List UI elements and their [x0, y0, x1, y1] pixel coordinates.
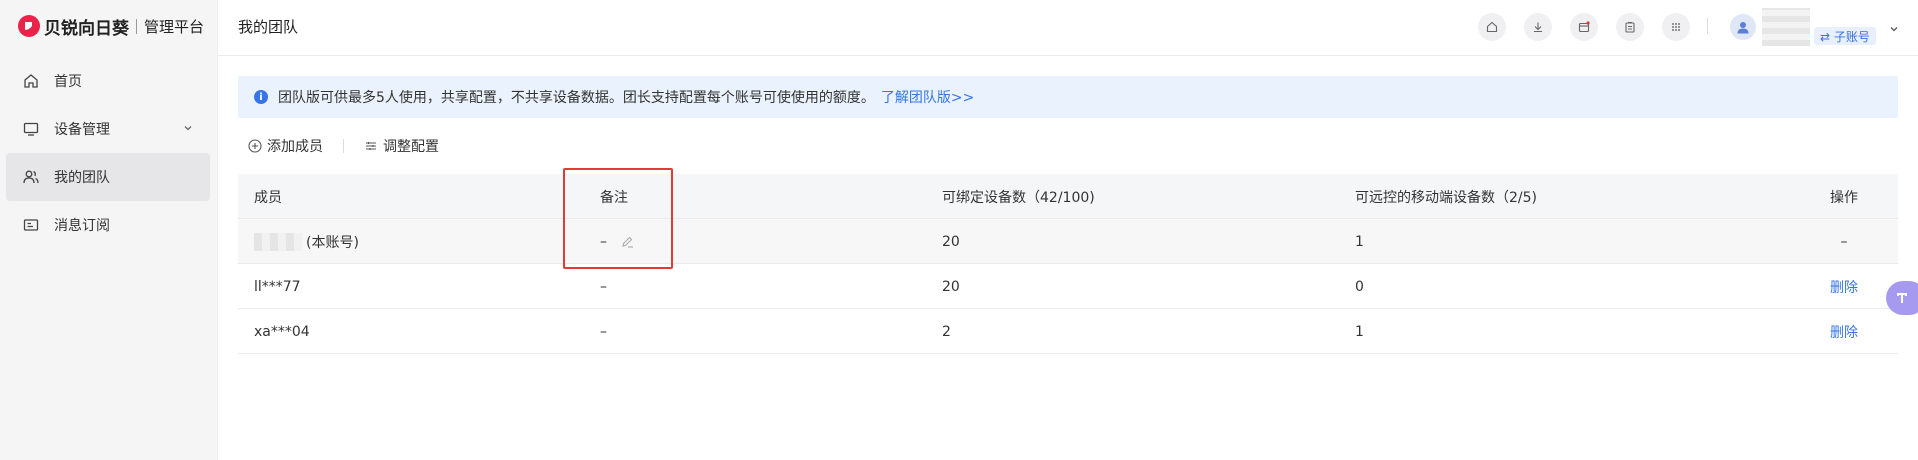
toolbar-divider — [343, 139, 344, 153]
sidebar-item-label: 消息订阅 — [54, 218, 110, 234]
table-row: xa***04 – 2 1 删除 — [238, 309, 1898, 354]
header-actions — [1478, 13, 1708, 41]
home-icon — [22, 72, 40, 90]
sunflower-logo-icon — [18, 15, 40, 37]
action-cell: – — [1840, 233, 1848, 250]
info-banner: i 团队版可供最多5人使用，共享配置，不共享设备数据。团长支持配置每个账号可使使… — [238, 76, 1898, 118]
table-toolbar: 添加成员 调整配置 — [248, 136, 439, 156]
sidebar-item-home[interactable]: 首页 — [6, 57, 210, 105]
column-header-mobile-devices: 可远控的移动端设备数（2/5) — [1355, 189, 1537, 206]
sidebar-item-label: 首页 — [54, 74, 82, 90]
brand-name: 贝锐向日葵 — [44, 18, 129, 39]
banner-text: 团队版可供最多5人使用，共享配置，不共享设备数据。团长支持配置每个账号可使使用的… — [278, 90, 875, 106]
page-title: 我的团队 — [238, 18, 299, 36]
home-icon[interactable] — [1478, 13, 1506, 41]
add-member-button[interactable]: 添加成员 — [248, 136, 323, 156]
masked-username — [1762, 8, 1810, 46]
sidebar-nav: 首页 设备管理 我的团队 消息订阅 — [6, 57, 210, 249]
table-row: (本账号) – 20 1 – — [238, 219, 1898, 264]
column-header-member: 成员 — [254, 189, 282, 206]
column-header-bindable-devices: 可绑定设备数（42/100) — [942, 189, 1095, 206]
table-row: ll***77 – 20 0 删除 — [238, 264, 1898, 309]
bindable-devices-cell: 20 — [942, 278, 960, 295]
team-icon — [22, 168, 40, 186]
info-icon: i — [254, 90, 268, 104]
chevron-down-icon[interactable] — [1888, 20, 1900, 39]
logo[interactable]: 贝锐向日葵 管理平台 — [18, 14, 205, 39]
column-header-note: 备注 — [600, 189, 628, 206]
sidebar-item-label: 我的团队 — [54, 170, 110, 186]
calendar-icon[interactable] — [1570, 13, 1598, 41]
adjust-config-label: 调整配置 — [383, 139, 439, 155]
sidebar: 贝锐向日葵 管理平台 首页 设备管理 我的团队 消息订阅 — [0, 0, 218, 460]
learn-team-link[interactable]: 了解团队版>> — [881, 87, 974, 107]
team-members-table: 成员 备注 可绑定设备数（42/100) 可远控的移动端设备数（2/5) 操作 … — [238, 174, 1898, 354]
clipboard-icon[interactable] — [1616, 13, 1644, 41]
sidebar-item-my-team[interactable]: 我的团队 — [6, 153, 210, 201]
table-header: 成员 备注 可绑定设备数（42/100) 可远控的移动端设备数（2/5) 操作 — [238, 174, 1898, 219]
member-name: ll***77 — [254, 278, 301, 295]
sidebar-item-label: 设备管理 — [54, 122, 110, 138]
note-value: – — [600, 233, 607, 250]
member-name: xa***04 — [254, 323, 310, 340]
member-name: (本账号) — [306, 234, 359, 251]
text-tool-icon — [1897, 293, 1907, 303]
mobile-devices-cell: 1 — [1355, 233, 1364, 250]
member-cell: (本账号) — [254, 219, 359, 264]
bindable-devices-cell: 2 — [942, 323, 951, 340]
mobile-devices-cell: 1 — [1355, 323, 1364, 340]
message-icon — [22, 216, 40, 234]
top-header: 我的团队 ⇄ 子账号 — [218, 0, 1918, 56]
masked-username — [254, 232, 302, 251]
download-icon[interactable] — [1524, 13, 1552, 41]
platform-name: 管理平台 — [144, 17, 205, 36]
mobile-devices-cell: 0 — [1355, 278, 1364, 295]
sidebar-item-device-management[interactable]: 设备管理 — [6, 105, 210, 153]
sidebar-item-message-subscription[interactable]: 消息订阅 — [6, 201, 210, 249]
bindable-devices-cell: 20 — [942, 233, 960, 250]
app-root: 贝锐向日葵 管理平台 首页 设备管理 我的团队 消息订阅 我的团队 ⇄ 子账号 … — [0, 0, 1918, 460]
settings-sliders-icon — [366, 142, 376, 150]
note-value: – — [600, 278, 607, 295]
adjust-config-button[interactable]: 调整配置 — [364, 136, 439, 156]
sub-account-badge[interactable]: ⇄ 子账号 — [1814, 27, 1876, 45]
column-header-action: 操作 — [1830, 189, 1858, 206]
add-member-label: 添加成员 — [267, 139, 323, 155]
apps-grid-icon[interactable] — [1662, 13, 1690, 41]
delete-button[interactable]: 删除 — [1809, 309, 1879, 354]
edit-pencil-icon[interactable] — [621, 235, 634, 248]
note-cell: – — [600, 219, 634, 264]
chevron-down-icon[interactable] — [182, 122, 194, 138]
plus-circle-icon — [248, 139, 262, 153]
floating-assistant-button[interactable] — [1886, 281, 1918, 315]
delete-button[interactable]: 删除 — [1809, 264, 1879, 309]
monitor-icon — [22, 120, 40, 138]
avatar[interactable] — [1730, 14, 1756, 40]
logo-divider — [136, 18, 137, 34]
note-value: – — [600, 323, 607, 340]
header-divider — [1707, 18, 1708, 34]
